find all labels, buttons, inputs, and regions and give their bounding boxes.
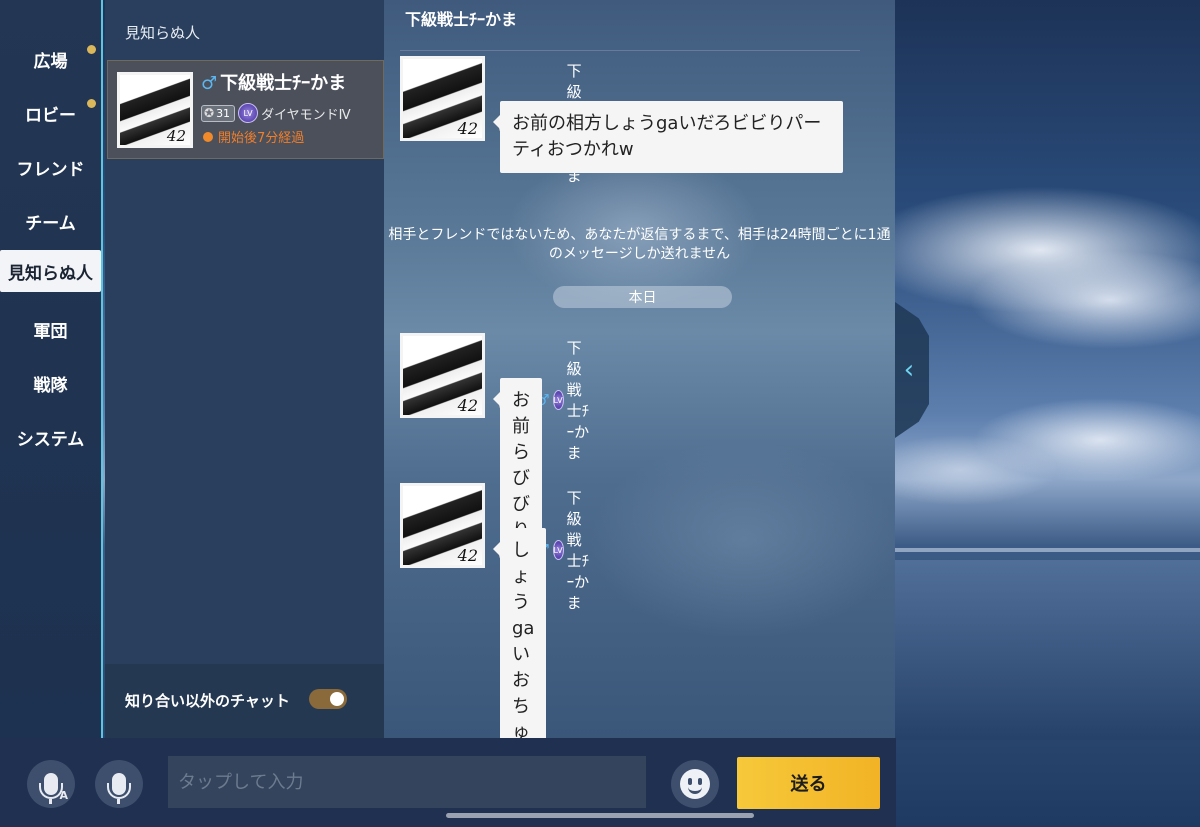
- toggle-label: 知り合い以外のチャット: [125, 692, 290, 710]
- nav-item-team[interactable]: チーム: [0, 202, 101, 240]
- lv-badge-icon: LV: [552, 540, 564, 560]
- avatar-number: 42: [166, 127, 186, 145]
- avatar-number: 42: [457, 546, 478, 565]
- nav-item-system[interactable]: システム: [0, 418, 101, 456]
- background-reflection: [895, 560, 1200, 740]
- message-input[interactable]: [168, 756, 646, 808]
- mic-a-label: A: [59, 789, 68, 802]
- list-header: 見知らぬ人: [125, 24, 201, 42]
- voice-to-text-button[interactable]: A: [27, 760, 75, 808]
- avatar-number: 42: [457, 119, 478, 138]
- nav-item-label: システム: [16, 429, 85, 450]
- chat-title: 下級戦士ﾁｰかま: [405, 10, 518, 29]
- nav-item-label: 広場: [33, 51, 68, 72]
- stranger-notice: 相手とフレンドではないため、あなたが返信するまで、相手は24時間ごとに1通のメッ…: [388, 227, 891, 262]
- notification-dot: [87, 45, 96, 54]
- star-icon: ✪: [204, 106, 215, 120]
- mic-text-icon: [39, 773, 63, 804]
- conversation-item[interactable]: 42 ♂ 下級戦士ﾁｰかま ✪ 31 LV ダイヤモンドⅣ 開始後7分経過: [107, 60, 384, 159]
- mic-icon: [107, 773, 131, 804]
- message-bubble: お前の相方しょうgaいだろビビりパーティおつかれw: [493, 101, 843, 173]
- date-divider: 本日: [553, 286, 732, 308]
- send-button[interactable]: 送る: [737, 757, 880, 809]
- stranger-chat-toggle[interactable]: [309, 689, 347, 709]
- nav-item-label: 見知らぬ人: [8, 263, 93, 284]
- nav-item-label: チーム: [25, 213, 76, 234]
- conversation-name-text: 下級戦士ﾁｰかま: [220, 73, 347, 94]
- chevron-left-icon: ‹: [903, 355, 915, 385]
- home-indicator: [446, 813, 754, 818]
- message-text: しょうgaいおちゅー: [512, 540, 535, 769]
- status-line: 開始後7分経過: [203, 127, 304, 146]
- nav-item-squad[interactable]: 戦隊: [0, 364, 101, 402]
- rank-level: 31: [216, 106, 231, 120]
- stranger-chat-setting: 知り合い以外のチャット: [105, 664, 384, 738]
- player-badges: ✪ 31 LV ダイヤモンドⅣ: [201, 103, 351, 123]
- smile-icon: [680, 769, 710, 799]
- nav-item-label: 戦隊: [33, 375, 68, 396]
- male-icon: ♂: [201, 73, 218, 94]
- nav-item-friends[interactable]: フレンド: [0, 148, 101, 186]
- voice-button[interactable]: [95, 760, 143, 808]
- nav-item-plaza[interactable]: 広場: [0, 40, 101, 78]
- status-text: 開始後7分経過: [218, 131, 305, 146]
- status-dot-icon: [203, 131, 213, 142]
- conversation-name: ♂ 下級戦士ﾁｰかま: [201, 69, 346, 95]
- nav-item-label: フレンド: [16, 159, 85, 180]
- nav-item-label: ロビー: [25, 105, 76, 126]
- nav-item-label: 軍団: [33, 321, 68, 342]
- toggle-knob: [330, 692, 344, 706]
- lv-badge-icon: LV: [552, 390, 564, 410]
- notification-dot: [87, 99, 96, 108]
- lv-badge-icon: LV: [238, 103, 259, 123]
- nav-item-lobby[interactable]: ロビー: [0, 94, 101, 132]
- sender-avatar[interactable]: 42: [400, 483, 485, 568]
- sender-avatar[interactable]: 42: [400, 333, 485, 418]
- chat-panel: 下級戦士ﾁｰかま 42 ✪31 ♂ LV 下級戦士ﾁｰかま お前の相方しょうga…: [384, 0, 895, 808]
- divider: [400, 50, 860, 51]
- rank-badge: ✪31: [201, 104, 236, 122]
- sender-name: 下級戦士ﾁｰかま: [566, 339, 590, 462]
- background-horizon: [895, 548, 1200, 552]
- emoji-button[interactable]: [671, 760, 719, 808]
- avatar: 42: [117, 72, 193, 148]
- conversation-list-panel: 見知らぬ人 42 ♂ 下級戦士ﾁｰかま ✪ 31 LV ダイヤモンドⅣ 開始後7分経…: [105, 0, 384, 738]
- sender-name: 下級戦士ﾁｰかま: [566, 489, 590, 612]
- side-nav: 広場 ロビー フレンド チーム 見知らぬ人 軍団 戦隊 システム: [0, 0, 103, 738]
- sender-avatar[interactable]: 42: [400, 56, 485, 141]
- nav-item-strangers[interactable]: 見知らぬ人: [0, 250, 101, 292]
- tier-label: ダイヤモンドⅣ: [261, 107, 351, 123]
- nav-item-legion[interactable]: 軍団: [0, 310, 101, 348]
- avatar-number: 42: [457, 396, 478, 415]
